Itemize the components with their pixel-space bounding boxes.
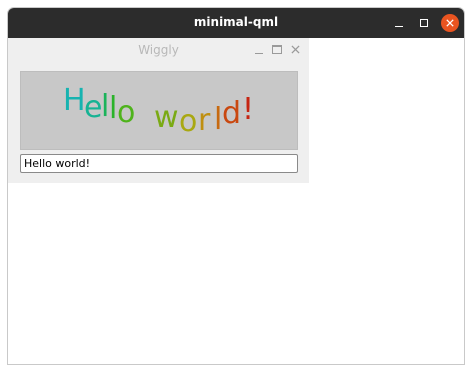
minimize-icon: [255, 52, 263, 54]
wiggly-letter: H: [63, 83, 86, 118]
close-icon: [446, 19, 454, 27]
wiggly-letter: o: [179, 104, 198, 139]
wiggly-letter: o: [117, 95, 136, 130]
dialog-close-button[interactable]: [288, 42, 302, 56]
wiggly-letter: r: [198, 103, 211, 138]
maximize-button[interactable]: [413, 12, 435, 34]
wiggly-letter: w: [154, 100, 179, 135]
minimize-button[interactable]: [388, 12, 410, 34]
wiggly-dialog: Wiggly He l l o w o r l d!: [8, 38, 309, 183]
close-icon: [290, 44, 300, 54]
dialog-maximize-button[interactable]: [270, 42, 284, 56]
dialog-minimize-button[interactable]: [252, 42, 266, 56]
minimize-icon: [395, 25, 403, 27]
close-button[interactable]: [441, 14, 459, 32]
title-bar: minimal-qml: [8, 8, 464, 38]
wiggly-text-display: He l l o w o r l d!: [20, 71, 298, 150]
wiggly-letter: e: [84, 90, 103, 125]
maximize-icon: [420, 19, 428, 27]
text-input[interactable]: [20, 154, 298, 173]
maximize-icon: [272, 44, 282, 54]
wiggly-letter: d: [222, 96, 242, 131]
app-window: minimal-qml Wiggly He l l o w o r l d!: [7, 7, 465, 365]
wiggly-letter: !: [242, 92, 255, 127]
